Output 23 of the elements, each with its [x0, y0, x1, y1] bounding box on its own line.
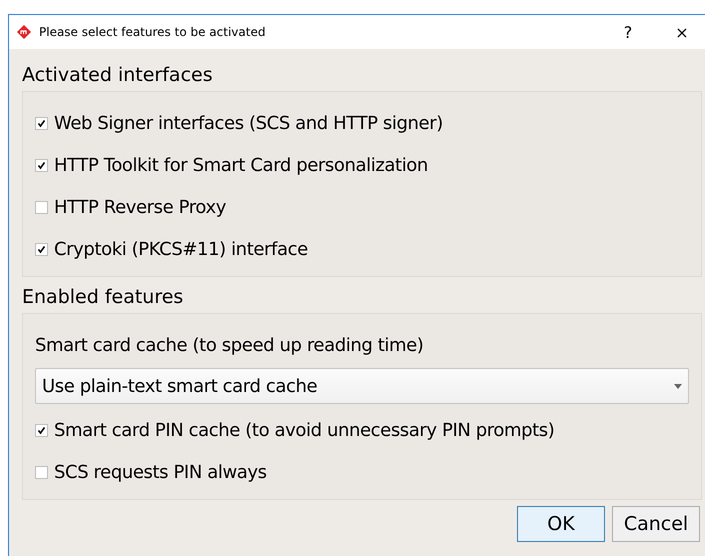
checkbox-label[interactable]: HTTP Reverse Proxy	[54, 196, 226, 218]
checkbox[interactable]	[35, 200, 48, 214]
dropdown-arrow-icon	[674, 384, 682, 388]
ok-button[interactable]: OK	[517, 506, 605, 542]
checkbox-label[interactable]: Smart card PIN cache (to avoid unnecessary PIN prompts)	[54, 420, 554, 440]
checkbox[interactable]	[35, 424, 48, 436]
checkbox-label[interactable]: Cryptoki (PKCS#11) interface	[54, 238, 308, 260]
close-button[interactable]: ×	[659, 15, 705, 49]
help-button[interactable]: ?	[605, 15, 651, 49]
checkbox[interactable]	[35, 116, 48, 130]
group-heading: Activated interfaces	[22, 63, 214, 88]
cache-dropdown[interactable]: Use plain-text smart card cache	[35, 368, 689, 404]
group-heading: Enabled features	[22, 285, 184, 310]
cancel-button[interactable]: Cancel	[612, 506, 700, 542]
checkbox-label[interactable]: SCS requests PIN always	[54, 462, 267, 482]
checkbox[interactable]	[35, 158, 48, 172]
checkbox[interactable]	[35, 242, 48, 256]
app-logo-icon	[17, 25, 31, 39]
window-title: Please select features to be activated	[39, 25, 266, 39]
checkbox-label[interactable]: Web Signer interfaces (SCS and HTTP signer)	[54, 112, 443, 134]
checkbox-label[interactable]: HTTP Toolkit for Smart Card personalization	[54, 154, 428, 176]
checkbox[interactable]	[35, 466, 48, 478]
field-label: Smart card cache (to speed up reading time)	[35, 334, 424, 356]
